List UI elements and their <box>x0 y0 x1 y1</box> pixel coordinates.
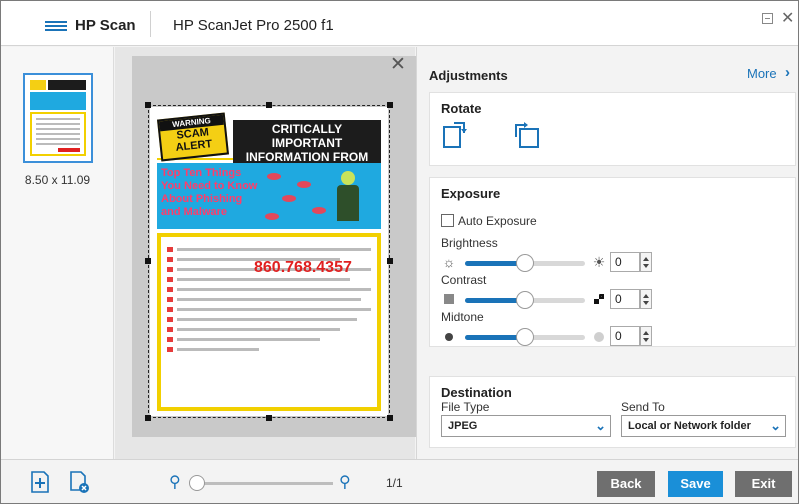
chevron-right-icon[interactable]: › <box>785 64 790 81</box>
auto-exposure-label: Auto Exposure <box>458 214 537 228</box>
crop-handle[interactable] <box>145 102 151 108</box>
add-page-icon <box>31 471 49 493</box>
contrast-low-icon <box>441 291 457 307</box>
midtone-label: Midtone <box>441 310 484 324</box>
crop-handle[interactable] <box>387 258 393 264</box>
thumbnail-image-icon <box>28 78 88 158</box>
menu-icon[interactable] <box>45 21 67 31</box>
title-bar: HP Scan HP ScanJet Pro 2500 f1 ✕ <box>1 1 798 46</box>
chevron-down-icon[interactable]: ⌄ <box>770 418 781 434</box>
rotate-title: Rotate <box>441 101 482 116</box>
midtone-light-icon <box>591 328 607 345</box>
zoom-knob[interactable] <box>189 475 205 491</box>
contrast-knob[interactable] <box>516 291 534 309</box>
midtone-spinner[interactable] <box>640 326 652 346</box>
brightness-value-input[interactable]: 0 <box>610 252 640 272</box>
brightness-knob[interactable] <box>516 254 534 272</box>
rotate-right-icon <box>515 122 539 148</box>
brightness-label: Brightness <box>441 236 498 250</box>
midtone-value-input[interactable]: 0 <box>610 326 640 346</box>
file-type-select[interactable]: JPEG ⌄ <box>441 415 611 437</box>
delete-page-icon <box>70 471 89 493</box>
send-to-select[interactable]: Local or Network folder ⌄ <box>621 415 786 437</box>
crop-handle[interactable] <box>387 102 393 108</box>
remove-page-icon[interactable]: ✕ <box>390 53 406 76</box>
device-name: HP ScanJet Pro 2500 f1 <box>173 17 334 34</box>
contrast-high-icon <box>591 291 607 307</box>
add-page-button[interactable] <box>28 470 52 494</box>
file-type-label: File Type <box>441 400 490 414</box>
scan-preview: ✕ WARNING SCAM ALERT CRITICALLY IMPORTAN… <box>115 47 420 459</box>
app-name: HP Scan <box>75 17 136 34</box>
adjustments-title: Adjustments <box>429 68 508 83</box>
exposure-title: Exposure <box>441 186 501 201</box>
midtone-dark-icon <box>441 328 457 344</box>
exit-button[interactable]: Exit <box>735 471 792 497</box>
exposure-section: Exposure Auto Exposure Brightness ☼ ☀ 0 … <box>429 177 796 347</box>
brightness-spinner[interactable] <box>640 252 652 272</box>
zoom-in-icon[interactable]: ⚲ <box>339 472 351 492</box>
crop-handle[interactable] <box>387 415 393 421</box>
more-link[interactable]: More <box>747 66 777 81</box>
zoom-slider[interactable] <box>193 482 333 485</box>
midtone-knob[interactable] <box>516 328 534 346</box>
auto-exposure-checkbox[interactable]: Auto Exposure <box>441 214 537 228</box>
back-button[interactable]: Back <box>597 471 655 497</box>
crop-handle[interactable] <box>145 258 151 264</box>
midtone-slider[interactable]: 0 <box>441 326 661 346</box>
sun-bright-icon: ☀ <box>592 254 606 270</box>
contrast-spinner[interactable] <box>640 289 652 309</box>
page-counter: 1/1 <box>386 476 403 490</box>
destination-section: Destination File Type JPEG ⌄ Send To Loc… <box>429 376 796 448</box>
rotate-right-button[interactable] <box>510 119 542 151</box>
sun-dim-icon: ☼ <box>442 254 456 270</box>
rotate-left-button[interactable] <box>440 119 472 151</box>
zoom-out-icon[interactable]: ⚲ <box>169 472 181 492</box>
send-to-label: Send To <box>621 400 665 414</box>
minimize-icon[interactable] <box>762 13 773 24</box>
contrast-slider[interactable]: 0 <box>441 289 661 309</box>
save-button[interactable]: Save <box>668 471 723 497</box>
crop-handle[interactable] <box>145 415 151 421</box>
hp-scan-window: HP Scan HP ScanJet Pro 2500 f1 ✕ 8.50 x … <box>0 0 799 504</box>
contrast-value-input[interactable]: 0 <box>610 289 640 309</box>
rotate-left-icon <box>443 122 467 148</box>
delete-page-button[interactable] <box>67 470 91 494</box>
crop-handle[interactable] <box>266 102 272 108</box>
brightness-slider[interactable]: ☼ ☀ 0 <box>441 252 661 272</box>
close-window-icon[interactable]: ✕ <box>781 8 794 28</box>
file-type-value: JPEG <box>448 420 478 432</box>
page-thumbnail[interactable] <box>23 73 93 163</box>
bottom-toolbar: ⚲ ⚲ 1/1 Back Save Exit <box>1 459 798 503</box>
contrast-label: Contrast <box>441 273 487 287</box>
crop-handle[interactable] <box>266 415 272 421</box>
chevron-down-icon[interactable]: ⌄ <box>595 418 606 434</box>
destination-title: Destination <box>441 385 512 400</box>
rotate-section: Rotate <box>429 92 796 166</box>
thumbnail-panel: 8.50 x 11.09 <box>1 47 114 459</box>
title-separator <box>150 11 151 37</box>
send-to-value: Local or Network folder <box>628 420 751 432</box>
page-size-label: 8.50 x 11.09 <box>24 173 91 187</box>
adjustments-panel: Adjustments More › Rotate Exposure Auto … <box>416 47 798 459</box>
crop-selection[interactable] <box>148 105 390 418</box>
checkbox-icon[interactable] <box>441 214 454 227</box>
